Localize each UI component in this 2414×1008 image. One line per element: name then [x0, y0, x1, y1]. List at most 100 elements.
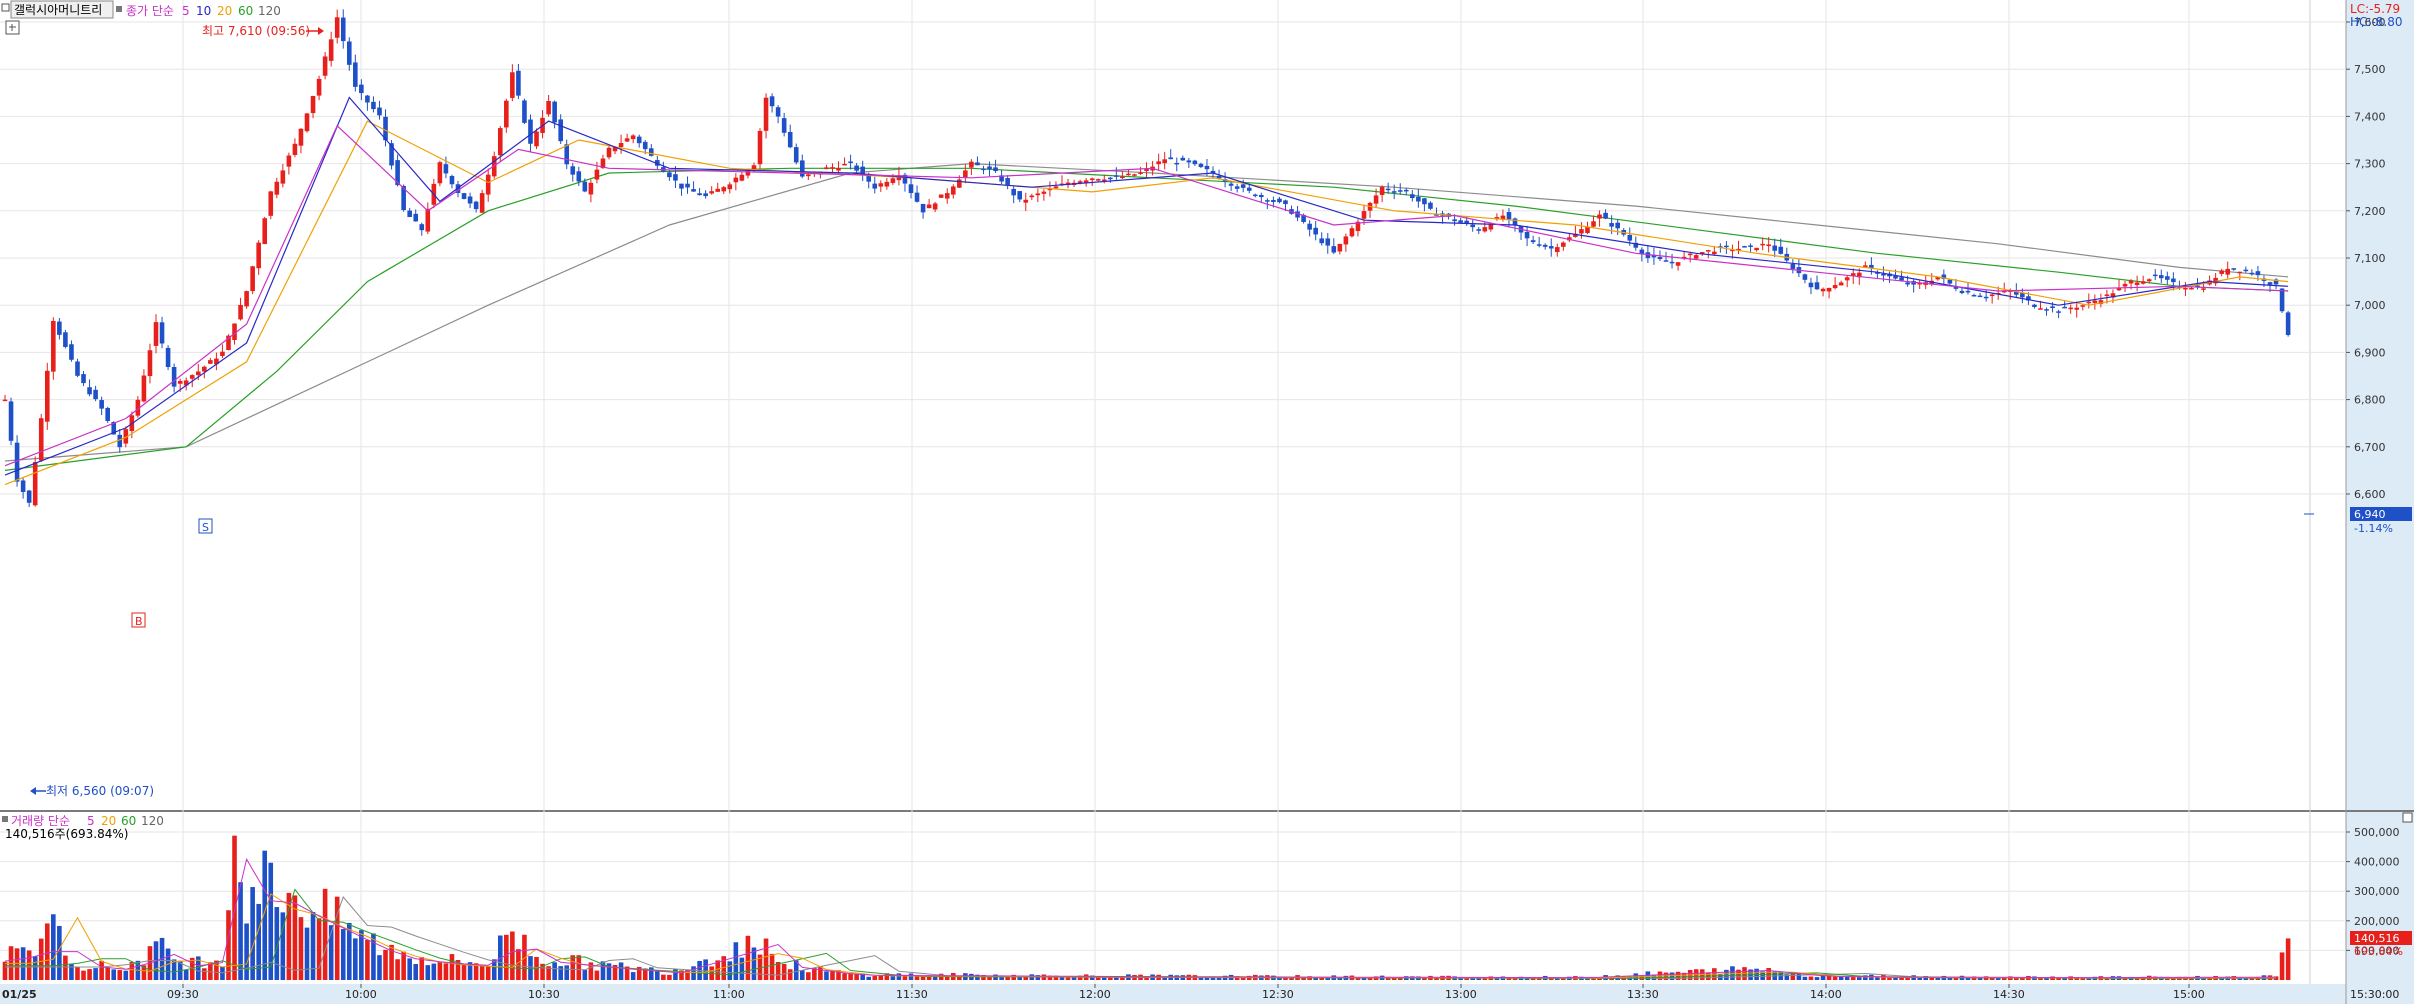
current-volume-ratio: 693.84% — [2354, 945, 2403, 958]
candle-body — [274, 181, 280, 195]
candle-body — [1337, 243, 1343, 252]
volume-bar — [2044, 978, 2049, 980]
candle-body — [2171, 278, 2176, 283]
volume-bar — [727, 961, 733, 980]
volume-bar — [818, 966, 823, 980]
candle-body — [1561, 242, 1566, 247]
volume-bar — [594, 970, 600, 980]
candle-body — [1905, 282, 1910, 285]
candle-body — [1554, 247, 1560, 253]
candle-body — [1591, 221, 1596, 227]
candle-body — [2074, 307, 2080, 310]
candle-body — [1506, 212, 1512, 220]
candle-body — [1126, 173, 1131, 176]
candle-body — [1663, 260, 1669, 262]
candle-body — [2237, 271, 2243, 274]
volume-bar — [57, 925, 62, 980]
candle-body — [860, 166, 865, 174]
price-panel[interactable] — [0, 0, 2346, 810]
candle-body — [1548, 246, 1554, 249]
candle-body — [244, 291, 249, 307]
volume-panel-collapse-icon[interactable] — [2402, 812, 2413, 823]
candle-body — [1391, 191, 1397, 193]
candle-body — [51, 320, 56, 372]
volume-bar — [322, 888, 328, 980]
candle-body — [1669, 261, 1675, 264]
candle-body — [1041, 191, 1047, 194]
volume-bar — [26, 950, 32, 980]
volume-bar — [528, 956, 533, 980]
volume-bar — [32, 956, 38, 980]
candle-body — [630, 135, 636, 140]
candle-body — [721, 187, 727, 192]
candle-body — [153, 322, 159, 346]
legend-square-icon — [116, 6, 122, 12]
candle-body — [2086, 301, 2092, 304]
volume-bar — [479, 964, 485, 980]
candle-body — [298, 128, 304, 146]
candle-body — [485, 174, 491, 195]
candle-body — [1832, 285, 1838, 289]
candle-body — [685, 183, 690, 188]
candle-body — [570, 166, 576, 175]
volume-bar — [93, 968, 98, 980]
volume-bar — [310, 912, 316, 980]
candle-body — [1971, 294, 1977, 297]
candle-body — [1259, 195, 1264, 198]
candle-body — [419, 224, 425, 231]
candle-body — [799, 160, 805, 177]
candle-body — [1246, 187, 1252, 191]
candle-body — [141, 375, 147, 402]
candle-body — [914, 192, 920, 202]
candle-body — [1198, 163, 1204, 168]
candle-body — [1687, 253, 1693, 256]
candle-body — [944, 193, 950, 199]
price-tick-label: 6,600 — [2354, 488, 2386, 501]
candle-body — [920, 203, 926, 213]
volume-bar — [673, 969, 678, 980]
candle-body — [1772, 245, 1778, 251]
candle-body — [775, 107, 781, 117]
volume-bar — [2, 961, 8, 980]
volume-bar — [117, 970, 123, 980]
candle-body — [1410, 194, 1415, 199]
candle-body — [20, 480, 26, 493]
time-tick-label: 01/25 — [2, 988, 37, 1001]
volume-bar — [425, 965, 431, 980]
volume-tick-label: 400,000 — [2354, 856, 2400, 869]
volume-bar — [14, 948, 20, 980]
candle-body — [44, 370, 50, 422]
stock-chart[interactable]: 6,600 6,700 6,800 6,900 7,000 7,100 7,200 7,300… — [0, 0, 2414, 1004]
time-tick-label: 15:00 — [2173, 988, 2205, 1001]
hc-label: HC:-8.80 — [2350, 15, 2403, 29]
volume-bar — [244, 923, 249, 980]
volume-bar — [781, 963, 787, 980]
volume-bar — [316, 918, 322, 980]
candle-body — [1790, 264, 1796, 269]
volume-bar — [812, 968, 817, 980]
candle-body — [679, 183, 684, 189]
volume-bar — [1724, 969, 1729, 980]
candle-body — [2201, 288, 2206, 290]
volume-bar — [655, 970, 660, 980]
candle-body — [908, 184, 914, 194]
low-annotation: 최저 6,560 (09:07) — [46, 784, 154, 798]
candle-body — [2, 399, 8, 402]
candle-body — [1156, 161, 1161, 165]
legend-toggle-icon[interactable] — [1, 3, 10, 12]
candle-body — [727, 184, 733, 190]
candle-body — [588, 182, 594, 195]
time-tick-label: 11:30 — [896, 988, 928, 1001]
candle-body — [407, 210, 412, 217]
candle-body — [1240, 184, 1246, 188]
candle-body — [1844, 277, 1850, 281]
price-tick-label: 6,700 — [2354, 441, 2386, 454]
volume-panel[interactable] — [0, 812, 2346, 984]
volume-bar — [896, 973, 902, 980]
volume-tick-label: 300,000 — [2354, 885, 2400, 898]
price-tick-label: 7,100 — [2354, 252, 2386, 265]
time-tick-label: 15:30:00 — [2350, 988, 2399, 1001]
volume-bar — [1802, 976, 1808, 980]
volume-bar — [552, 962, 557, 980]
candle-body — [1138, 172, 1143, 174]
